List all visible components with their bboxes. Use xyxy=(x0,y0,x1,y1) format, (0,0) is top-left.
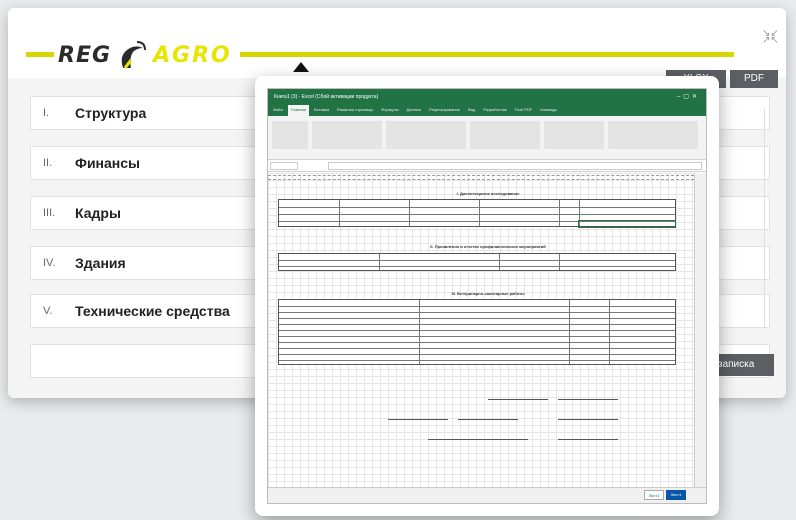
ribbon-tab[interactable]: Вид xyxy=(465,105,478,116)
report-section-2-title: II. Проявления в отчетах профилактически… xyxy=(430,244,546,249)
column-headers xyxy=(268,175,694,180)
excel-ribbon xyxy=(268,116,706,160)
section-number: II. xyxy=(43,157,53,169)
logo-line-left xyxy=(26,52,54,57)
excel-window: Книга1 (3) - Excel (Сбой активации проду… xyxy=(267,88,707,504)
signature-line xyxy=(458,419,518,420)
sheet-tab[interactable]: Лист1 xyxy=(644,490,664,500)
report-table-3 xyxy=(278,299,676,365)
excel-titlebar: Книга1 (3) - Excel (Сбой активации проду… xyxy=(268,89,706,105)
section-title: Структура xyxy=(75,105,147,121)
excel-ribbon-tabs: Файл Главная Вставка Разметка страницы Ф… xyxy=(268,105,706,116)
name-box[interactable] xyxy=(270,162,298,170)
window-controls-icon[interactable]: –▢✕ xyxy=(677,89,700,105)
section-number: V. xyxy=(43,305,53,317)
selected-cell[interactable] xyxy=(578,220,676,228)
section-title: Кадры xyxy=(75,205,121,221)
ribbon-tab[interactable]: Разработчик xyxy=(480,105,509,116)
signature-line xyxy=(558,419,618,420)
logo: REG AGRO xyxy=(58,38,232,72)
collapse-icon[interactable]: ↘↙ ↗↖ xyxy=(762,29,779,46)
excel-title: Книга1 (3) - Excel (Сбой активации проду… xyxy=(274,94,379,100)
ribbon-tab[interactable]: Вставка xyxy=(311,105,332,116)
logo-line-right xyxy=(240,52,734,57)
section-number: IV. xyxy=(43,257,56,269)
section-title: Здания xyxy=(75,255,126,271)
formula-bar xyxy=(268,160,706,172)
section-title: Технические средства xyxy=(75,303,230,319)
right-strip xyxy=(764,108,778,328)
report-section-1-title: I. Диспетчерское исследование xyxy=(456,191,520,196)
ribbon-group[interactable] xyxy=(608,121,698,149)
ribbon-tab[interactable]: Формулы xyxy=(378,105,401,116)
excel-statusbar: Лист1 Лист1 xyxy=(268,487,706,503)
pointer-icon xyxy=(293,62,309,72)
bull-horn-icon xyxy=(121,41,147,69)
report-section-3-title: III. Ветеринарно-санитарные работы xyxy=(451,291,525,296)
header: REG AGRO ↘↙ ↗↖ xyxy=(8,8,786,78)
ribbon-tab[interactable]: Данные xyxy=(404,105,424,116)
logo-reg-text: REG xyxy=(58,42,112,68)
ribbon-tab[interactable]: Разметка страницы xyxy=(334,105,376,116)
ribbon-group[interactable] xyxy=(470,121,540,149)
signature-line xyxy=(558,399,618,400)
excel-preview-card: Книга1 (3) - Excel (Сбой активации проду… xyxy=(255,76,719,516)
row-headers xyxy=(694,173,706,487)
sheet-tab-active[interactable]: Лист1 xyxy=(666,490,686,500)
ribbon-tab-home[interactable]: Главная xyxy=(287,105,310,116)
section-number: I. xyxy=(43,107,50,119)
logo-agro-text: AGRO xyxy=(153,42,232,68)
export-pdf-button[interactable]: PDF xyxy=(730,70,778,88)
ribbon-group[interactable] xyxy=(312,121,382,149)
formula-input[interactable] xyxy=(328,162,702,170)
signature-line xyxy=(428,439,528,440)
ribbon-tab[interactable]: Рецензирование xyxy=(426,105,463,116)
section-number: III. xyxy=(43,207,56,219)
report-table-2 xyxy=(278,253,676,271)
ribbon-tab[interactable]: Foxit PDF xyxy=(512,105,536,116)
signature-line xyxy=(388,419,448,420)
ribbon-group[interactable] xyxy=(272,121,308,149)
ribbon-group[interactable] xyxy=(544,121,604,149)
ribbon-group[interactable] xyxy=(386,121,466,149)
signature-line xyxy=(488,399,548,400)
ribbon-tab[interactable]: Файл xyxy=(270,105,286,116)
ribbon-tab[interactable]: Команда xyxy=(537,105,559,116)
section-title: Финансы xyxy=(75,155,140,171)
signature-line xyxy=(558,439,618,440)
